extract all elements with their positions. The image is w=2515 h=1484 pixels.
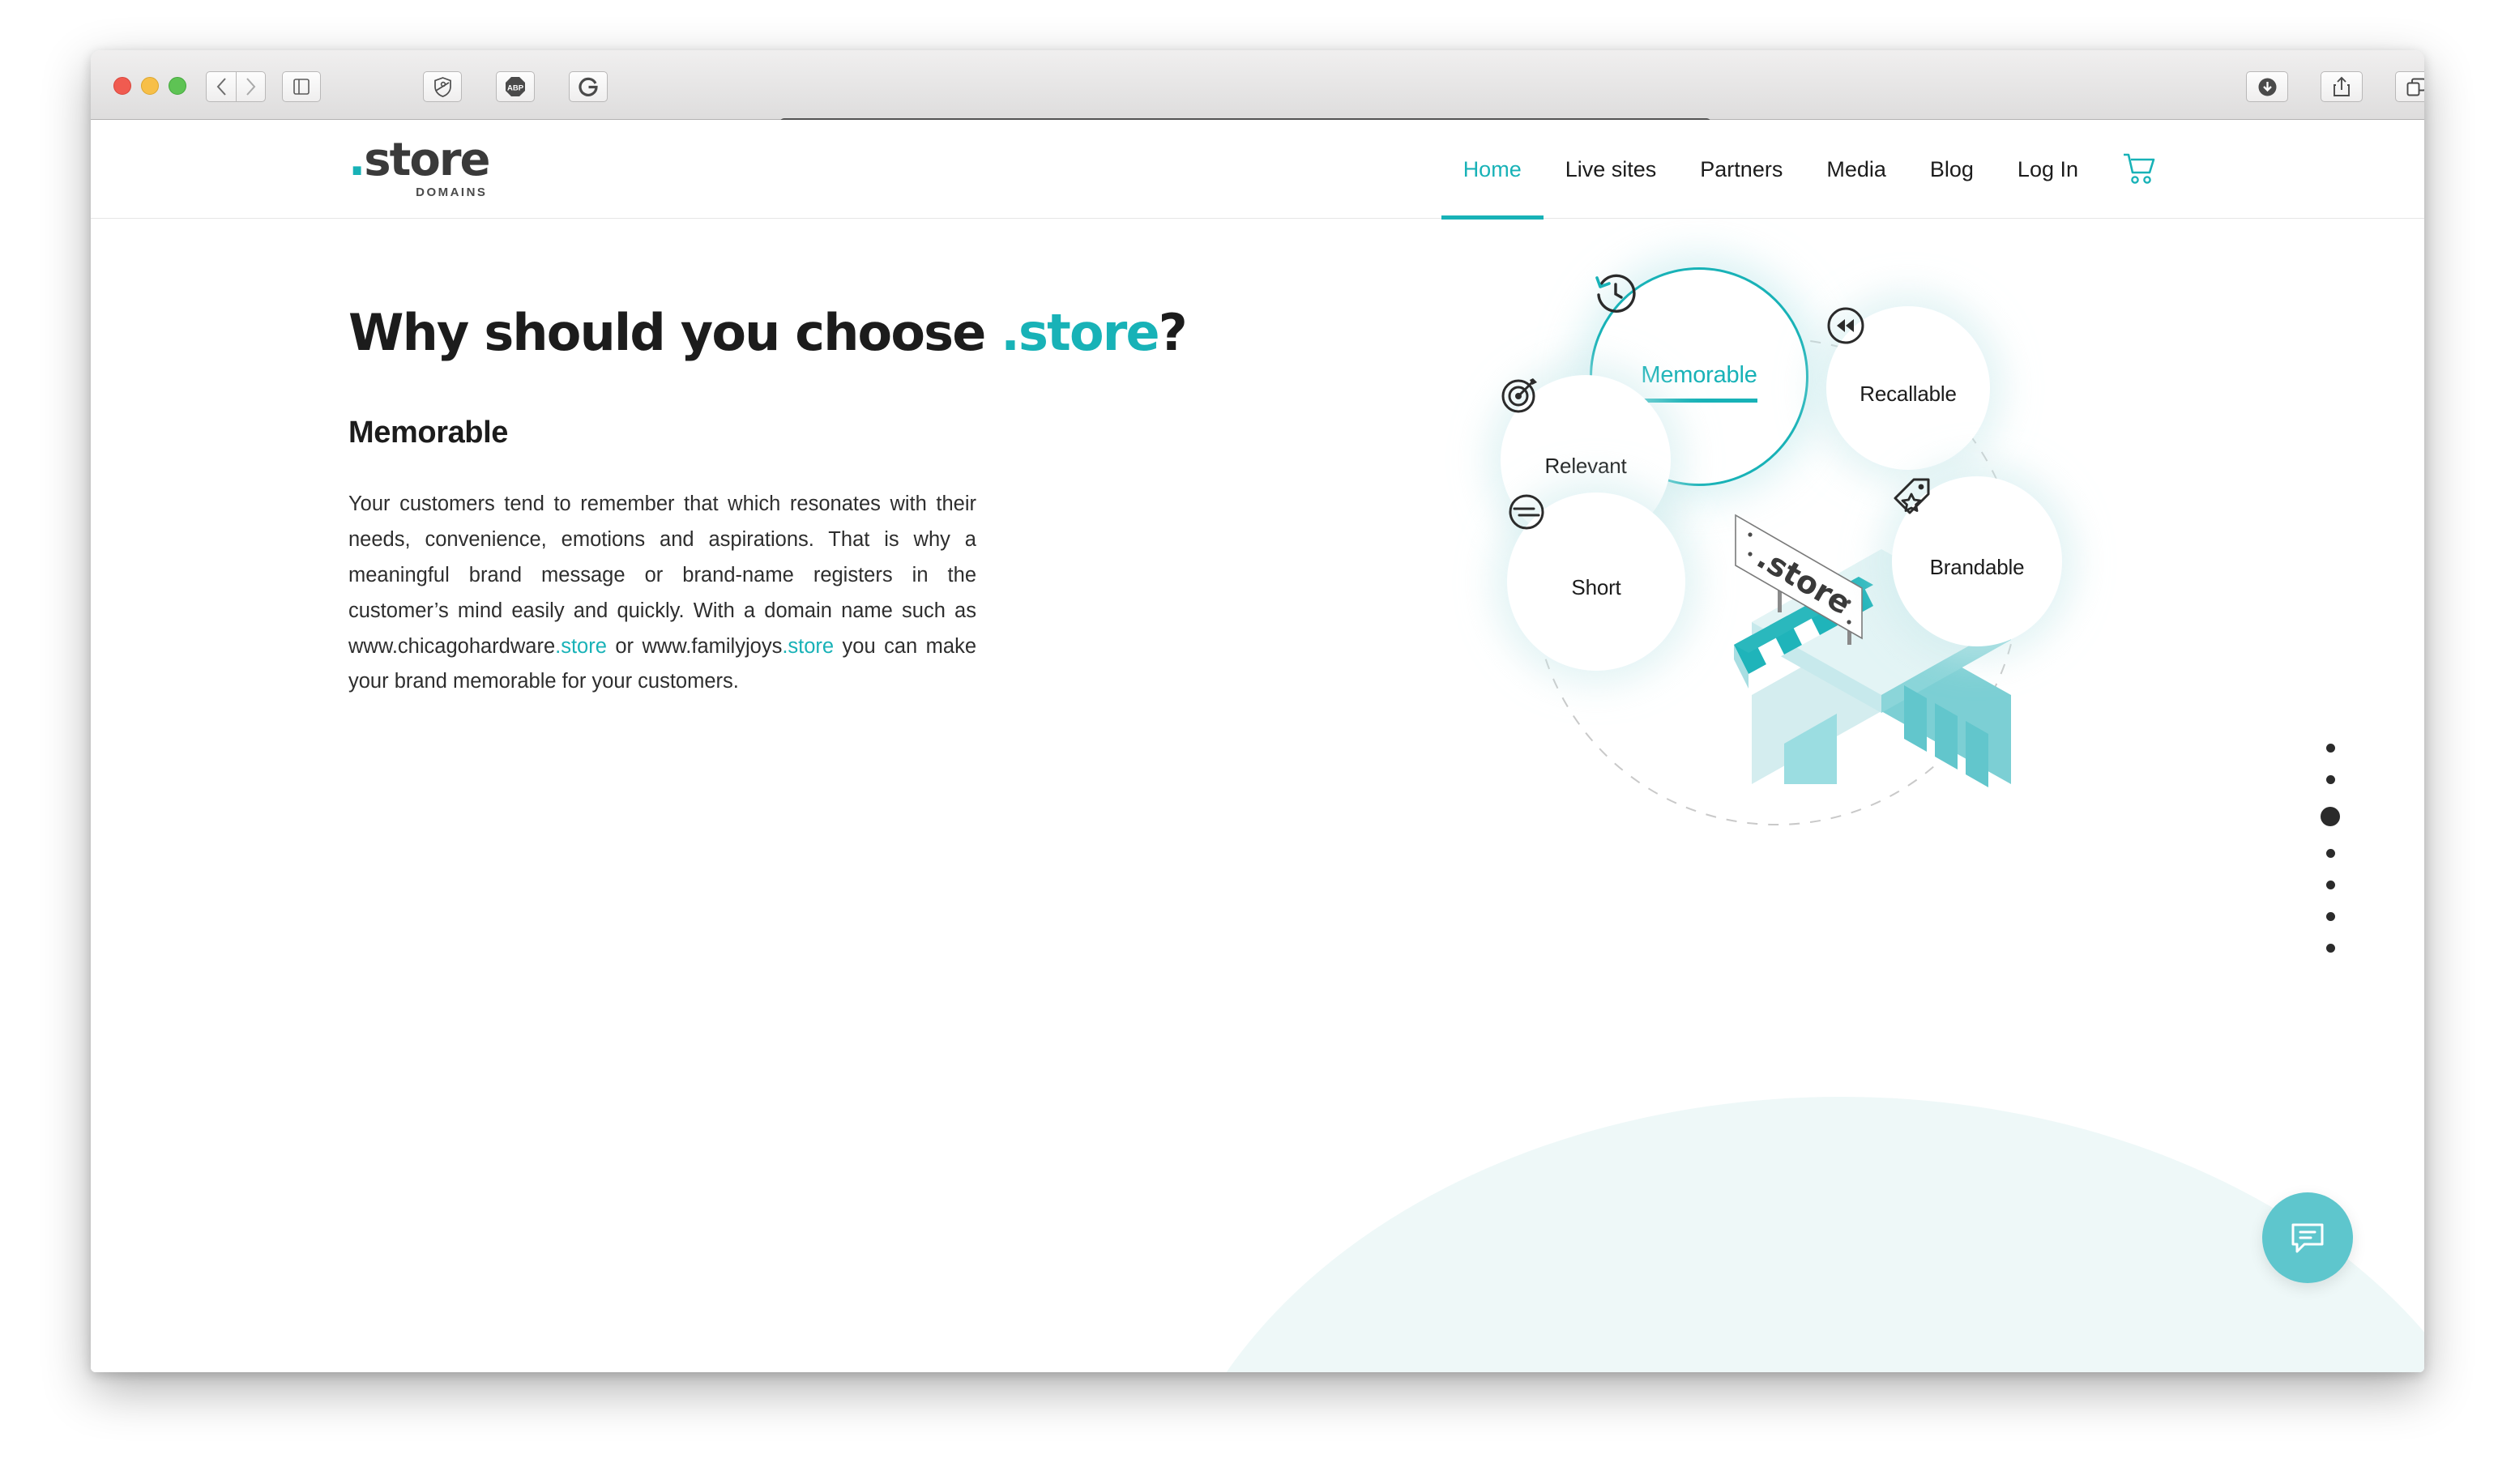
diagram-node-label: Short [1571, 574, 1621, 599]
chevron-right-icon [246, 78, 256, 96]
download-icon [2258, 78, 2276, 96]
tab-overview-icon [2406, 78, 2424, 96]
link-familyjoys[interactable]: www.familyjoys.store [642, 635, 834, 658]
share-icon [2334, 76, 2350, 96]
pager-dot-6[interactable] [2325, 912, 2335, 921]
link1-tld: .store [555, 634, 607, 658]
tab-overview-button[interactable] [2395, 71, 2424, 102]
downloads-button[interactable] [2246, 71, 2288, 102]
section-pager [2321, 744, 2340, 953]
main-navigation: Home Live sites Partners Media Blog Log … [1441, 120, 2157, 220]
section-subheading: Memorable [348, 416, 509, 450]
pager-dot-1[interactable] [2325, 744, 2335, 753]
pager-dot-3[interactable] [2321, 807, 2340, 826]
headline-accent: .store [1001, 303, 1159, 362]
diagram-node-short[interactable]: Short [1507, 493, 1685, 671]
pager-dot-7[interactable] [2325, 944, 2335, 953]
diagram-node-label: Relevant [1544, 453, 1627, 478]
hero-text-column: Why should you choose .store? Memorable … [348, 306, 1188, 700]
cart-button[interactable] [2121, 152, 2157, 186]
nav-item-home[interactable]: Home [1441, 120, 1544, 220]
site-header: .store DOMAINS Home Live sites Partners … [91, 120, 2424, 220]
page-title: Why should you choose .store? [348, 306, 1188, 359]
share-button[interactable] [2321, 71, 2363, 102]
diagram-node-label: Brandable [1929, 554, 2025, 579]
logo-subtitle: DOMAINS [416, 186, 488, 199]
decorative-bottom-arc [1152, 1097, 2424, 1372]
nav-item-live-sites[interactable]: Live sites [1544, 120, 1679, 219]
shield-icon [433, 76, 451, 97]
svg-text:ABP: ABP [507, 84, 524, 93]
link-chicagohardware[interactable]: www.chicagohardware.store [348, 635, 607, 658]
link1-base: www.chicagohardware [348, 634, 556, 658]
browser-window: ABP get.store [91, 50, 2424, 1372]
close-button[interactable] [113, 77, 131, 95]
paragraph-conjunction: or [606, 634, 643, 658]
adblock-plus-extension-button[interactable]: ABP [496, 71, 535, 102]
back-button[interactable] [206, 71, 236, 102]
maximize-button[interactable] [169, 77, 186, 95]
diagram-node-recallable[interactable]: Recallable [1826, 306, 1990, 470]
nav-item-log-in[interactable]: Log In [1996, 120, 2100, 219]
logo-word: store [364, 134, 490, 186]
ghostery-g-icon [578, 77, 598, 96]
adblock-octagon-icon: ABP [506, 77, 525, 96]
logo-wordmark: .store [348, 138, 490, 183]
diagram-node-label: Memorable [1641, 362, 1757, 403]
diagram-node-label: Recallable [1860, 381, 1957, 406]
ghostery-extension-button[interactable] [569, 71, 608, 102]
chevron-left-icon [216, 78, 226, 96]
diagram-node-brandable[interactable]: Brandable [1892, 476, 2062, 646]
pager-dot-5[interactable] [2325, 881, 2335, 889]
minimize-button[interactable] [141, 77, 159, 95]
paragraph-part-1: Your customers tend to remember that whi… [348, 493, 976, 622]
logo-dot: . [348, 134, 365, 186]
headline-prefix: Why should you choose [348, 303, 1001, 362]
nav-item-partners[interactable]: Partners [1678, 120, 1804, 219]
shopping-cart-icon [2124, 153, 2155, 184]
nav-item-blog[interactable]: Blog [1908, 120, 1996, 219]
sidebar-toggle-button[interactable] [282, 71, 321, 102]
sidebar-icon [293, 79, 310, 95]
link2-tld: .store [782, 634, 835, 658]
headline-suffix: ? [1158, 303, 1188, 362]
browser-toolbar: ABP get.store [91, 50, 2424, 160]
attributes-circle-diagram: .store Memorable Recallable Brandable Re… [1355, 233, 2327, 1124]
link2-base: www.familyjoys [642, 634, 783, 658]
site-logo[interactable]: .store DOMAINS [348, 138, 490, 200]
chat-bubble-icon [2291, 1223, 2324, 1253]
page-content: .store DOMAINS Home Live sites Partners … [91, 120, 2424, 1372]
body-paragraph: Your customers tend to remember that whi… [348, 487, 976, 700]
pager-dot-2[interactable] [2325, 775, 2335, 784]
privacy-shield-extension-button[interactable] [423, 71, 462, 102]
forward-button[interactable] [236, 71, 266, 102]
chat-widget-button[interactable] [2262, 1192, 2353, 1283]
nav-item-media[interactable]: Media [1804, 120, 1908, 219]
pager-dot-4[interactable] [2325, 849, 2335, 858]
